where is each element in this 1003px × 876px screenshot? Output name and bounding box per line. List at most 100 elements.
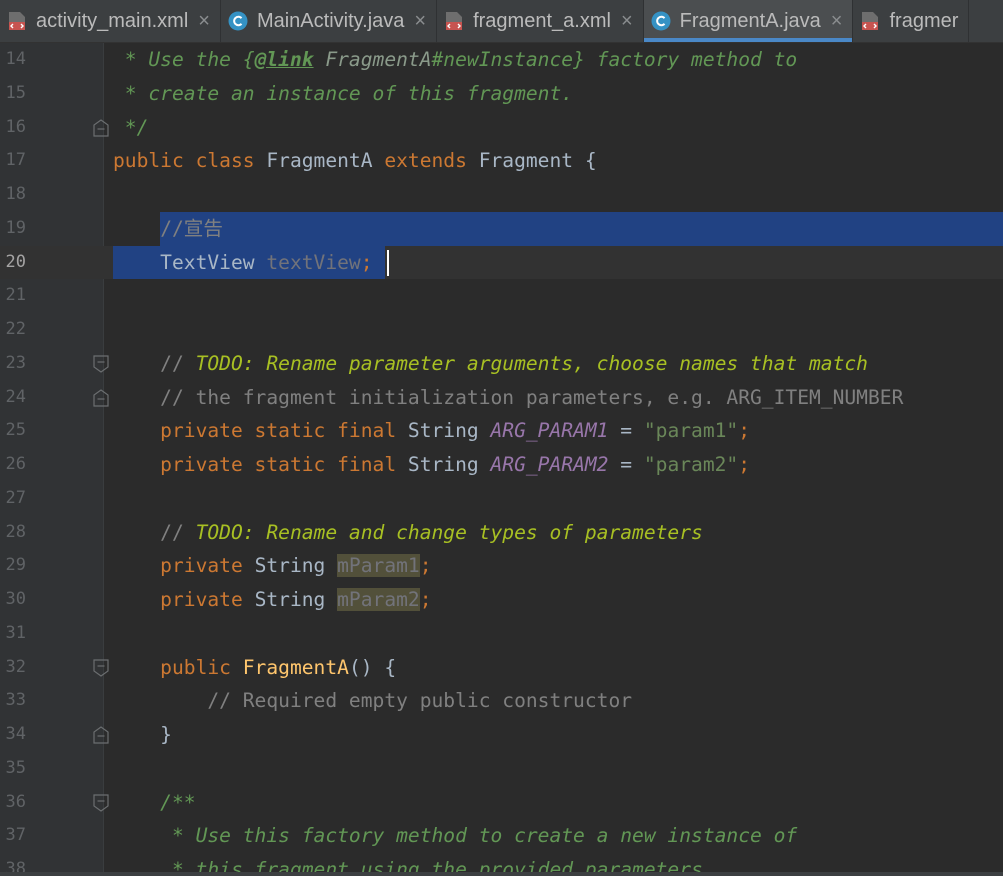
editor-tab-bar: activity_main.xml × MainActivity.java × frag…	[0, 0, 1003, 43]
code-line[interactable]: 30 private String mParam2;	[0, 583, 1003, 617]
tab-fragmer[interactable]: fragmer	[853, 0, 970, 42]
code-line[interactable]: 32 public FragmentA() {	[0, 651, 1003, 685]
code-text: private static final String ARG_PARAM2 =…	[113, 448, 750, 482]
fold-expand-icon[interactable]	[93, 658, 109, 681]
code-line[interactable]: 21	[0, 279, 1003, 313]
code-text: /**	[113, 786, 195, 820]
line-number: 37	[5, 825, 26, 846]
code-token: String	[407, 419, 491, 443]
code-editor[interactable]: 14 * Use the {@link FragmentA#newInstanc…	[0, 43, 1003, 876]
code-token: public class	[113, 149, 267, 173]
tab-mainactivity-java[interactable]: MainActivity.java ×	[221, 0, 438, 42]
code-line[interactable]: 15 * create an instance of this fragment…	[0, 77, 1003, 111]
code-line[interactable]: 26 private static final String ARG_PARAM…	[0, 448, 1003, 482]
code-token: ARG_PARAM1	[490, 419, 609, 443]
line-number: 22	[5, 319, 26, 339]
code-token: ;	[738, 419, 751, 443]
line-number: 16	[5, 116, 26, 137]
tab-activity-main-xml[interactable]: activity_main.xml ×	[0, 0, 221, 42]
code-token: Fragment {	[478, 149, 597, 173]
line-number: 23	[5, 352, 26, 373]
code-token: =	[608, 419, 644, 443]
code-line[interactable]: 20 TextView textView;	[0, 245, 1003, 280]
code-text: // Required empty public constructor	[113, 684, 632, 718]
code-token: ;	[419, 554, 432, 578]
code-text: * Use this factory method to create a ne…	[113, 819, 797, 853]
code-text: private String mParam1;	[113, 549, 432, 583]
tab-fragmenta-java[interactable]: FragmentA.java ×	[643, 0, 854, 42]
fold-collapse-icon[interactable]	[93, 118, 109, 141]
code-token: FragmentA	[266, 149, 385, 173]
code-line[interactable]: 31	[0, 617, 1003, 651]
tab-label: fragmer	[889, 9, 959, 32]
line-number: 26	[5, 454, 26, 474]
code-token: private static final	[113, 453, 408, 476]
code-line[interactable]: 36 /**	[0, 786, 1003, 820]
line-number: 14	[5, 49, 26, 69]
code-token: @link	[254, 48, 314, 71]
selection-highlight	[160, 211, 1003, 246]
code-token: ;	[419, 588, 432, 611]
code-token: factory method to	[584, 48, 798, 71]
code-line[interactable]: 18	[0, 178, 1003, 212]
tab-label: MainActivity.java	[256, 9, 405, 32]
code-line[interactable]: 24 // the fragment initialization parame…	[0, 381, 1003, 415]
code-text: private static final String ARG_PARAM1 =…	[113, 414, 750, 448]
code-text: public class FragmentA extends Fragment …	[113, 144, 597, 178]
code-text: TextView textView;	[113, 246, 384, 280]
code-token: //	[113, 351, 196, 375]
code-line[interactable]: 35	[0, 752, 1003, 786]
code-line[interactable]: 37 * Use this factory method to create a…	[0, 819, 1003, 853]
code-line[interactable]: 22	[0, 313, 1003, 347]
code-line[interactable]: 23 // TODO: Rename parameter arguments, …	[0, 347, 1003, 381]
close-icon[interactable]: ×	[621, 10, 633, 33]
code-line[interactable]: 16 */	[0, 111, 1003, 145]
fold-collapse-icon[interactable]	[93, 388, 109, 411]
horizontal-scrollbar[interactable]	[0, 872, 1003, 876]
text-caret	[386, 249, 389, 276]
code-line[interactable]: 34 }	[0, 718, 1003, 752]
code-line[interactable]: 17 public class FragmentA extends Fragmen…	[0, 144, 1003, 178]
code-text: private String mParam2;	[113, 583, 432, 617]
code-line[interactable]: 33 // Required empty public constructor	[0, 684, 1003, 718]
code-token: // Required empty public constructor	[113, 689, 633, 713]
close-icon[interactable]: ×	[198, 10, 210, 33]
code-text: public FragmentA() {	[113, 651, 396, 685]
close-icon[interactable]: ×	[831, 10, 843, 33]
code-text: }	[113, 718, 172, 752]
code-token: String	[254, 588, 338, 611]
code-line[interactable]: 25 private static final String ARG_PARAM…	[0, 414, 1003, 448]
line-number: 24	[5, 386, 26, 407]
fold-expand-icon[interactable]	[93, 355, 109, 377]
code-token: * create an instance of this fragment.	[113, 81, 574, 105]
code-token: mParam2	[337, 588, 420, 611]
code-line[interactable]: 29 private String mParam1;	[0, 549, 1003, 583]
code-token: public	[113, 655, 243, 679]
line-number: 32	[5, 656, 26, 677]
code-line[interactable]: 28 // TODO: Rename and change types of p…	[0, 516, 1003, 550]
code-token: private	[113, 588, 255, 611]
code-token: ;	[738, 453, 751, 476]
xml-layout-icon	[6, 10, 28, 32]
code-token: private static final	[113, 419, 408, 443]
line-number: 33	[5, 690, 26, 711]
code-line[interactable]: 14 * Use the {@link FragmentA#newInstanc…	[0, 43, 1003, 77]
line-number: 15	[5, 82, 26, 103]
line-number: 21	[5, 285, 26, 306]
code-token: // the fragment initialization parameter…	[113, 385, 904, 409]
code-line[interactable]: 19 //宣告	[0, 211, 1003, 246]
line-number: 29	[5, 555, 26, 576]
fold-expand-icon[interactable]	[93, 793, 109, 816]
code-line[interactable]: 27	[0, 482, 1003, 516]
code-token: }	[113, 723, 172, 746]
line-number: 35	[5, 757, 26, 778]
tab-fragment-a-xml[interactable]: fragment_a.xml ×	[437, 0, 644, 42]
code-text: // TODO: Rename parameter arguments, cho…	[113, 347, 868, 381]
code-token: ;	[360, 250, 373, 274]
line-number: 28	[5, 521, 26, 542]
close-icon[interactable]: ×	[414, 10, 426, 33]
code-token: textView	[266, 250, 361, 274]
code-token: FragmentA	[242, 655, 349, 679]
fold-collapse-icon[interactable]	[93, 726, 109, 748]
